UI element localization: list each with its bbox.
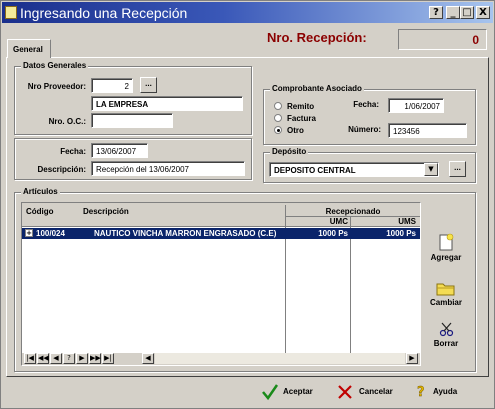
main-window: Ingresando una Recepción ? _ □ X General…: [0, 0, 495, 409]
nro-recepcion-value: 0: [398, 29, 487, 50]
ayuda-label: Ayuda: [433, 387, 458, 396]
col-recepcionado[interactable]: Recepcionado: [286, 207, 420, 216]
cambiar-label: Cambiar: [429, 298, 462, 307]
proveedor-input[interactable]: 2: [91, 78, 133, 93]
proveedor-browse-button[interactable]: ...: [140, 77, 157, 93]
borrar-label: Borrar: [433, 339, 459, 348]
radio-remito-label: Remito: [287, 102, 315, 111]
horizontal-scrollbar[interactable]: [155, 353, 405, 364]
descripcion-label: Descripción:: [37, 165, 86, 174]
aceptar-label: Aceptar: [283, 387, 313, 396]
checkmark-icon: [262, 384, 279, 401]
fecha-input[interactable]: 13/06/2007: [91, 143, 148, 158]
expand-icon[interactable]: +: [25, 229, 33, 237]
col-ums[interactable]: UMS: [352, 217, 416, 226]
tab-general-label: General: [13, 45, 43, 54]
nav-next-page-button[interactable]: ▶▶: [89, 353, 101, 364]
nro-recepcion-label: Nro. Recepción:: [267, 30, 367, 45]
radio-factura[interactable]: [274, 114, 282, 122]
x-cross-icon: [338, 385, 352, 399]
cancelar-button[interactable]: Cancelar: [335, 381, 401, 403]
cancelar-label: Cancelar: [359, 387, 393, 396]
comprobante-fecha-input[interactable]: 1/06/2007: [388, 98, 444, 113]
comprobante-title: Comprobante Asociado: [270, 84, 364, 93]
scroll-right-button[interactable]: ▶: [406, 353, 418, 364]
close-button[interactable]: X: [476, 6, 490, 19]
deposito-select[interactable]: DEPOSITO CENTRAL: [269, 162, 439, 177]
comprobante-fecha-label: Fecha:: [353, 100, 379, 109]
col-umc[interactable]: UMC: [286, 217, 348, 226]
help-icon: ?: [417, 385, 425, 400]
minimize-button[interactable]: _: [446, 6, 460, 19]
nav-prev-page-button[interactable]: ◀◀: [37, 353, 49, 364]
window-title: Ingresando una Recepción: [20, 5, 188, 21]
articulos-grid[interactable]: Código Descripción Recepcionado UMC UMS …: [21, 202, 421, 366]
row-umc: 1000 Ps: [318, 229, 348, 238]
articulos-title: Artículos: [21, 187, 60, 196]
agregar-button[interactable]: Agregar: [426, 233, 466, 265]
col-codigo[interactable]: Código: [26, 207, 54, 216]
title-bar[interactable]: Ingresando una Recepción ? _ □ X: [2, 2, 493, 23]
fecha-label: Fecha:: [60, 147, 86, 156]
scroll-left-button[interactable]: ◀: [142, 353, 154, 364]
nav-first-button[interactable]: |◀: [24, 353, 36, 364]
table-row[interactable]: + 100/024 NAUTICO VINCHA MARRON ENGRASAD…: [22, 228, 420, 239]
maximize-button[interactable]: □: [460, 6, 474, 19]
oc-label: Nro. O.C.:: [48, 117, 86, 126]
descripcion-input[interactable]: Recepción del 13/06/2007: [91, 161, 245, 176]
radio-factura-label: Factura: [287, 114, 316, 123]
comprobante-numero-label: Número:: [348, 125, 381, 134]
scissors-icon: [439, 322, 454, 337]
nav-search-button[interactable]: ?: [63, 353, 75, 364]
nav-next-button[interactable]: ▶: [76, 353, 88, 364]
help-title-button[interactable]: ?: [429, 6, 443, 19]
proveedor-name-field: LA EMPRESA: [91, 96, 243, 111]
aceptar-button[interactable]: Aceptar: [259, 381, 321, 403]
row-codigo: 100/024: [36, 229, 65, 238]
borrar-button[interactable]: Borrar: [426, 319, 466, 351]
ayuda-button[interactable]: ? Ayuda: [413, 381, 469, 403]
deposito-title: Depósito: [270, 147, 309, 156]
svg-text:?: ?: [417, 385, 425, 400]
datos-generales-title: Datos Generales: [21, 61, 89, 70]
radio-otro[interactable]: [274, 126, 282, 134]
agregar-label: Agregar: [430, 253, 462, 262]
chevron-down-icon[interactable]: ▼: [424, 163, 438, 176]
tab-general[interactable]: General: [7, 39, 51, 58]
comprobante-numero-input[interactable]: 123456: [388, 123, 467, 138]
deposito-browse-button[interactable]: ...: [449, 161, 466, 177]
proveedor-label: Nro Proveedor:: [27, 82, 86, 91]
radio-remito[interactable]: [274, 102, 282, 110]
row-descripcion: NAUTICO VINCHA MARRON ENGRASADO (C.E): [94, 229, 277, 238]
row-ums: 1000 Ps: [386, 229, 416, 238]
col-descripcion[interactable]: Descripción: [83, 207, 129, 216]
grid-navigator: |◀ ◀◀ ◀ ? ▶ ▶▶ ▶| ◀ ▶: [22, 353, 420, 365]
folder-icon: [436, 283, 455, 296]
oc-input[interactable]: [91, 113, 173, 128]
nav-last-button[interactable]: ▶|: [102, 353, 114, 364]
nav-prev-button[interactable]: ◀: [50, 353, 62, 364]
cambiar-button[interactable]: Cambiar: [426, 278, 466, 310]
new-document-icon: [439, 233, 454, 251]
form-icon: [5, 6, 17, 19]
radio-otro-label: Otro: [287, 126, 304, 135]
